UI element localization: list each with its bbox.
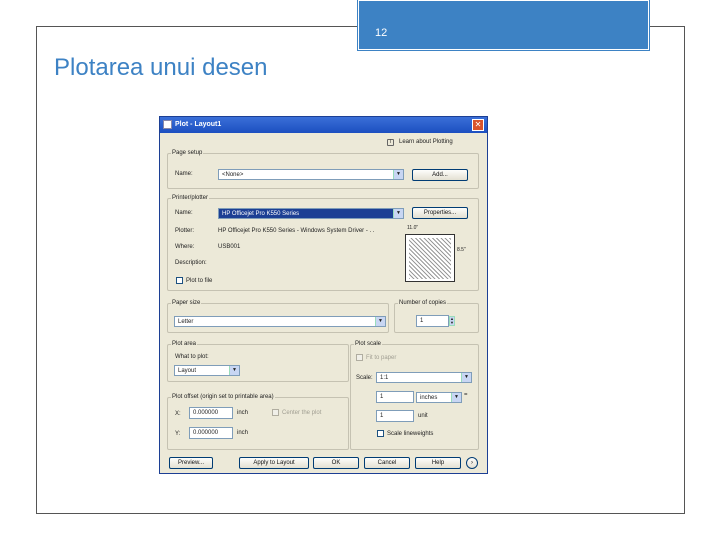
scale-unit2-label: unit [418,413,428,419]
plot-to-file-checkbox[interactable] [176,277,183,284]
slide-number: 12 [375,27,388,39]
scale-value2-input[interactable]: 1 [376,410,414,422]
chevron-down-icon: ▼ [393,209,403,218]
scale-value: 1:1 [380,375,389,381]
paper-preview: 11.0" 8.5" [405,225,469,283]
add-page-setup-button[interactable]: Add... [412,169,468,181]
scale-value1-input[interactable]: 1 [376,391,414,403]
equals-sign: = [464,392,468,398]
plot-area-label: Plot area [171,341,198,347]
center-plot-label: Center the plot [282,410,322,416]
page-setup-name-label: Name: [175,171,193,177]
paper-height-dim: 8.5" [457,247,466,253]
info-icon: i [387,139,394,146]
center-plot-checkbox[interactable] [272,409,279,416]
slide-title: Plotarea unui desen [54,54,268,81]
plotter-label: Plotter: [175,228,195,234]
page-setup-label: Page setup [171,150,204,156]
app-icon [163,120,172,129]
cancel-button[interactable]: Cancel [364,457,410,469]
preview-button[interactable]: Preview... [169,457,213,469]
help-button[interactable]: Help [415,457,461,469]
preview-paper [405,234,455,282]
page-setup-name-select[interactable]: <None> ▼ [218,169,404,180]
paper-size-label: Paper size [171,300,202,306]
scale-label: Scale: [356,375,373,381]
page-setup-name-value: <None> [222,172,244,178]
plot-offset-label: Plot offset (origin set to printable are… [171,394,275,400]
copies-input[interactable]: 1 [416,315,449,327]
apply-to-layout-button[interactable]: Apply to Layout [239,457,309,469]
close-icon[interactable]: ✕ [472,119,484,131]
where-label: Where: [175,244,195,250]
scale-lineweights-checkbox[interactable] [377,430,384,437]
dialog-titlebar: Plot - Layout1 ✕ [160,117,487,133]
dialog-title: Plot - Layout1 [175,121,222,128]
x-offset-input[interactable]: 0.000000 [189,407,233,419]
slide-number-box: 12 [357,0,650,51]
what-to-plot-value: Layout [178,368,197,374]
properties-button[interactable]: Properties... [412,207,468,219]
printer-name-label: Name: [175,210,193,216]
plot-scale-label: Plot scale [354,341,383,347]
plot-dialog: Plot - Layout1 ✕ i Learn about Plotting … [159,116,488,474]
y-offset-unit: inch [237,430,249,436]
plotter-value: HP Officejet Pro K550 Series - Windows S… [218,228,375,234]
chevron-down-icon: ▼ [461,373,471,382]
chevron-down-icon: ▼ [393,170,403,179]
copies-spinner[interactable]: ▲ ▼ [449,316,455,326]
x-offset-unit: inch [237,410,249,416]
paper-size-select[interactable]: Letter ▼ [174,316,386,327]
scale-unit-value: inches [420,395,438,401]
paper-size-value: Letter [178,319,194,325]
x-offset-label: X: [175,411,181,417]
printable-area-hatch [409,238,451,279]
y-offset-label: Y: [175,431,181,437]
fit-to-paper-checkbox[interactable] [356,354,363,361]
printer-group-label: Printer/plotter [171,195,210,201]
learn-plotting-link[interactable]: Learn about Plotting [399,139,453,145]
chevron-down-icon: ▼ [451,393,461,402]
scale-lineweights-label: Scale lineweights [387,431,434,437]
chevron-down-icon: ▼ [375,317,385,326]
where-value: USB001 [218,244,241,250]
plot-offset-group [167,397,349,450]
copies-label: Number of copies [398,300,448,306]
description-label: Description: [175,260,207,266]
what-to-plot-label: What to plot: [175,354,209,360]
scale-unit-select[interactable]: inches ▼ [416,392,462,403]
paper-width-dim: 11.0" [407,225,419,231]
what-to-plot-select[interactable]: Layout ▼ [174,365,240,376]
y-offset-input[interactable]: 0.000000 [189,427,233,439]
plot-to-file-label: Plot to file [186,278,213,284]
scale-select[interactable]: 1:1 ▼ [376,372,472,383]
fit-to-paper-label: Fit to paper [366,355,397,361]
chevron-down-icon: ▼ [229,366,239,375]
plot-area-group [167,344,349,382]
expand-icon[interactable]: › [466,457,478,469]
ok-button[interactable]: OK [313,457,359,469]
printer-name-select[interactable]: HP Officejet Pro K550 Series ▼ [218,208,404,219]
printer-name-value: HP Officejet Pro K550 Series [222,211,300,217]
